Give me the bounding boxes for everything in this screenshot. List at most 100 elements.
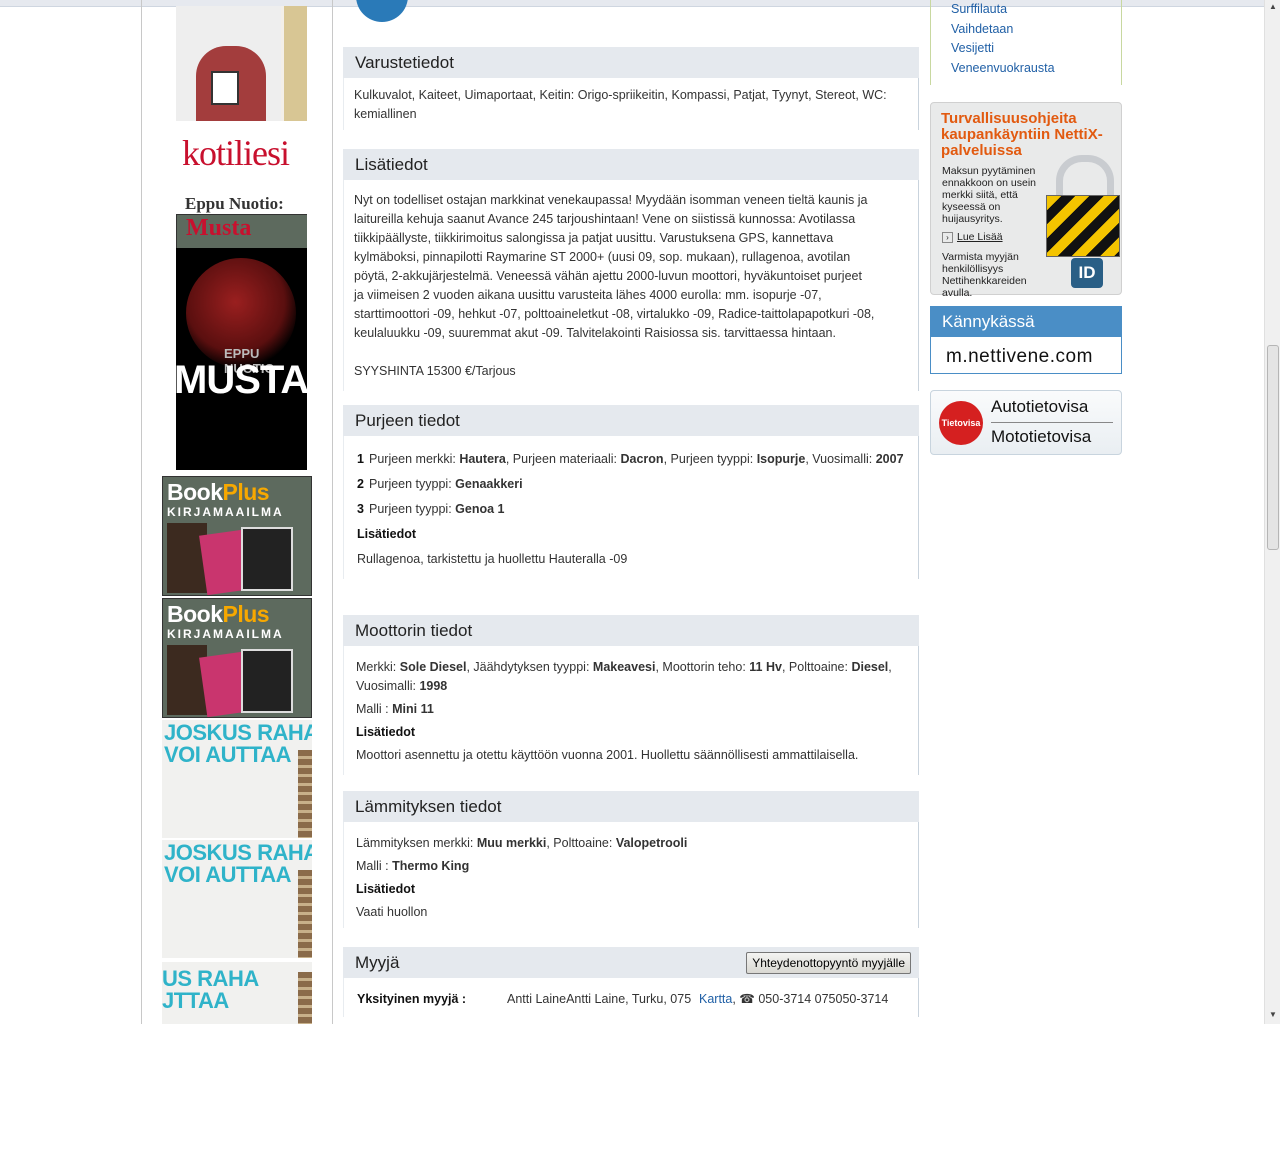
browser-viewport: kotiliesi Eppu Nuotio: Musta EPPU NUOTIO… [0, 0, 1264, 1024]
ad-image [167, 645, 207, 715]
section-title: Lisätiedot [343, 149, 919, 180]
safety-text-2: Varmista myyjän henkilöllisyys Nettihenk… [942, 251, 1027, 299]
safety-title: Turvallisuusohjeita kaupankäyntiin Netti… [941, 110, 1103, 159]
mobile-box[interactable]: Kännykässä m.nettivene.com [930, 306, 1122, 374]
joskus-text: JOSKUS RAHA VOI AUTTAA [164, 722, 312, 766]
section-title: Varustetiedot [343, 47, 919, 78]
extra-line: laitureilla kehuja saanut Avance 245 tar… [354, 212, 856, 226]
quiz-link-moto[interactable]: Mototietovisa [991, 427, 1091, 447]
map-link[interactable]: Kartta [699, 992, 732, 1006]
engine-section: Moottorin tiedot Merkki: Sole Diesel, Jä… [343, 615, 919, 775]
id-logo-icon: ID [1071, 258, 1103, 288]
section-title: Moottorin tiedot [343, 615, 919, 646]
heating-extra-label: Lisätiedot [356, 882, 416, 896]
sail-number: 3 [357, 502, 364, 516]
sails-body: 1 Purjeen merkki: Hautera, Purjeen mater… [343, 436, 919, 579]
scroll-up-arrow-icon[interactable]: ▲ [1265, 2, 1280, 11]
cover-title: MUSTA [176, 358, 307, 402]
read-more-link[interactable]: Lue Lisää [942, 231, 1003, 243]
bookplus-sub: KIRJAMAAILMA [167, 505, 284, 519]
sail-row: 1 Purjeen merkki: Hautera, Purjeen mater… [357, 450, 908, 469]
brand-a: Book [167, 479, 223, 505]
ad-image [298, 972, 312, 1024]
tower-ad[interactable] [176, 6, 307, 121]
ad-image [241, 649, 293, 713]
category-link[interactable]: Surffilauta [931, 0, 1121, 20]
category-link[interactable]: Vesijetti [931, 39, 1121, 59]
price-text: SYYSHINTA 15300 €/Tarjous [354, 364, 516, 378]
heating-specs: Lämmityksen merkki: Muu merkki, Polttoai… [356, 836, 688, 850]
scroll-down-arrow-icon[interactable]: ▼ [1265, 1010, 1280, 1019]
heating-extra-text: Vaati huollon [356, 905, 428, 919]
seller-body: Yksityinen myyjä : Antti LaineAntti Lain… [343, 978, 919, 1017]
sail-number: 2 [357, 477, 364, 491]
bookplus-ad[interactable]: BookPlus KIRJAMAAILMA [162, 476, 312, 596]
seller-row: Yksityinen myyjä : Antti LaineAntti Lain… [357, 992, 908, 1007]
extra-line: Nyt on todelliset ostajan markkinat vene… [354, 193, 868, 207]
bookplus-ad[interactable]: BookPlus KIRJAMAAILMA [162, 598, 312, 718]
sail-row: 3 Purjeen tyyppi: Genoa 1 [357, 500, 908, 519]
category-links: Surffilauta Vaihdetaan Vesijetti Veneenv… [930, 0, 1122, 85]
ad-image [298, 870, 312, 958]
share-icon[interactable] [356, 0, 408, 22]
vertical-scrollbar[interactable]: ▲ ▼ [1264, 0, 1280, 1024]
page-border-left [141, 0, 142, 1024]
section-title: Purjeen tiedot [343, 405, 919, 436]
sails-extra-text: Rullagenoa, tarkistettu ja huollettu Hau… [357, 552, 628, 566]
joskus-line: US RAHA [162, 966, 259, 991]
joskus-text: JOSKUS RAHA VOI AUTTAA [164, 842, 312, 886]
heating-body: Lämmityksen merkki: Muu merkki, Polttoai… [343, 822, 919, 928]
sail-text: Purjeen merkki: Hautera, Purjeen materia… [369, 452, 904, 466]
brand-b: Plus [222, 479, 270, 505]
engine-extra-text: Moottori asennettu ja otettu käyttöön vu… [356, 748, 859, 762]
quiz-link-auto[interactable]: Autotietovisa [991, 397, 1088, 417]
heating-section: Lämmityksen tiedot Lämmityksen merkki: M… [343, 791, 919, 928]
seller-header: Myyjä Yhteydenottopyyntö myyjälle [343, 947, 919, 978]
joskus-ad[interactable]: JOSKUS RAHA VOI AUTTAA [162, 720, 312, 838]
extra-line: kylmäboksi, pinnapilotti Raymarine ST 20… [354, 250, 851, 264]
joskus-line: VOI AUTTAA [164, 862, 291, 887]
kotiliesi-ad[interactable]: kotiliesi Eppu Nuotio: Musta EPPU NUOTIO… [176, 130, 307, 470]
sail-row: 2 Purjeen tyyppi: Genaakkeri [357, 475, 908, 494]
seller-name: Antti LaineAntti Laine, Turku, 075 [507, 992, 692, 1006]
extra-line: keulaluukku -09, suuremmat akut -09. Tal… [354, 326, 836, 340]
heating-model: Malli : Thermo King [356, 859, 470, 873]
scrollbar-thumb[interactable] [1267, 345, 1279, 550]
sail-text: Purjeen tyyppi: Genaakkeri [369, 477, 523, 491]
joskus-line: JTTAA [162, 988, 229, 1013]
joskus-line: JOSKUS RAHA [164, 840, 312, 865]
ad-image [211, 71, 239, 105]
sails-extra-label: Lisätiedot [357, 527, 417, 541]
extra-section: Lisätiedot Nyt on todelliset ostajan mar… [343, 149, 919, 391]
ad-image [241, 527, 293, 591]
bookplus-logo: BookPlus [167, 601, 270, 628]
section-title: Lämmityksen tiedot [343, 791, 919, 822]
ad-image [284, 6, 307, 121]
joskus-text: US RAHA JTTAA [162, 968, 259, 1012]
sails-section: Purjeen tiedot 1 Purjeen merkki: Hautera… [343, 405, 919, 579]
mobile-url: m.nettivene.com [946, 346, 1093, 367]
joskus-ad[interactable]: US RAHA JTTAA [162, 962, 312, 1024]
brand-a: Book [167, 601, 223, 627]
category-link[interactable]: Veneenvuokrausta [931, 59, 1121, 79]
extra-line: starttimoottori -09, hehkut -07, polttoa… [354, 307, 875, 321]
bookplus-sub: KIRJAMAAILMA [167, 627, 284, 641]
engine-body: Merkki: Sole Diesel, Jäähdytyksen tyyppi… [343, 646, 919, 775]
contact-seller-button[interactable]: Yhteydenottopyyntö myyjälle [746, 952, 911, 974]
engine-specs: Merkki: Sole Diesel, Jäähdytyksen tyyppi… [356, 660, 892, 693]
engine-extra-label: Lisätiedot [356, 725, 416, 739]
left-column-divider [332, 0, 333, 1024]
joskus-line: VOI AUTTAA [164, 742, 291, 767]
quiz-banner[interactable]: Tietovisa Autotietovisa Mototietovisa [930, 390, 1122, 455]
seller-contact: Kartta, ☎ 050-3714 075050-3714 [699, 992, 888, 1007]
seller-type-label: Yksityinen myyjä : [357, 992, 467, 1006]
joskus-ad[interactable]: JOSKUS RAHA VOI AUTTAA [162, 840, 312, 958]
padlock-icon [1046, 155, 1120, 257]
category-link[interactable]: Vaihdetaan [931, 20, 1121, 40]
extra-line: pöytä, 2-akkujärjestelmä. Veneessä vähän… [354, 269, 862, 283]
book-cover: EPPU NUOTIO MUSTA [176, 248, 307, 470]
quiz-badge: Tietovisa [939, 401, 983, 445]
extra-line: ja viimeisen 2 vuoden aikana uusittu var… [354, 288, 822, 302]
safety-text: Maksun pyytäminen ennakkoon on usein mer… [942, 165, 1036, 225]
safety-banner[interactable]: Turvallisuusohjeita kaupankäyntiin Netti… [930, 102, 1122, 299]
